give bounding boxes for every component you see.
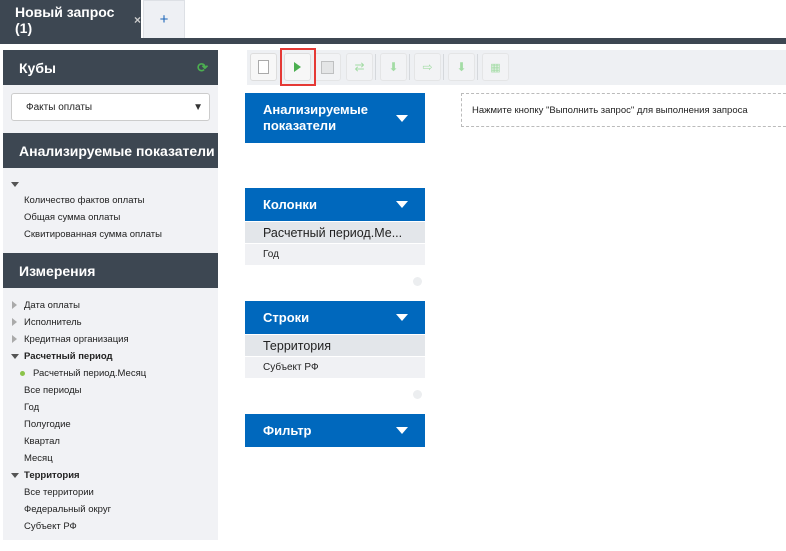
refresh-icon[interactable]: ⟳: [197, 60, 208, 76]
dimensions-header: Измерения: [3, 253, 218, 288]
measures-header: Анализируемые показатели: [3, 133, 218, 168]
excel-icon: ▦: [490, 61, 501, 74]
clear-button[interactable]: [314, 53, 341, 81]
new-query-button[interactable]: [250, 53, 277, 81]
result-message: Нажмите кнопку "Выполнить запрос" для вы…: [461, 93, 786, 127]
run-highlight-box: [280, 48, 316, 86]
cube-select-value: Факты оплаты: [26, 101, 93, 113]
dimension-item[interactable]: Все периоды: [24, 385, 81, 396]
toolbar: ⇄ ⬇ ⇨ ⬇ ▦: [247, 50, 786, 85]
dimension-item[interactable]: Исполнитель: [24, 317, 82, 328]
dropdown-arrow-icon[interactable]: [396, 427, 408, 434]
add-tab-button[interactable]: +: [143, 0, 185, 39]
measure-item[interactable]: Сквитированная сумма оплаты: [24, 229, 162, 240]
columns-header[interactable]: Колонки: [245, 188, 425, 221]
columns-title: Колонки: [263, 197, 317, 212]
tab-strip-divider: [0, 38, 786, 44]
dimension-item[interactable]: Квартал: [24, 436, 60, 447]
dimension-item[interactable]: Все территории: [24, 487, 94, 498]
download-icon: ⬇: [388, 60, 399, 74]
clear-icon: [321, 60, 334, 74]
dimension-item[interactable]: Расчетный период: [24, 351, 113, 362]
dropdown-arrow-icon[interactable]: [396, 114, 408, 122]
tab-new-query[interactable]: Новый запрос (1) ×: [0, 0, 141, 39]
expand-icon[interactable]: [12, 301, 17, 309]
dimension-item[interactable]: Год: [24, 402, 39, 413]
measures-drop-header[interactable]: Анализируемые показатели: [245, 93, 425, 143]
dropdown-arrow-icon[interactable]: [396, 314, 408, 321]
measures-title: Анализируемые показатели: [19, 142, 215, 159]
rows-header[interactable]: Строки: [245, 301, 425, 334]
export-button[interactable]: ⬇: [380, 53, 407, 81]
rows-level-item[interactable]: Субъект РФ: [245, 357, 425, 378]
dimension-item[interactable]: Территория: [24, 470, 80, 481]
filter-title: Фильтр: [263, 423, 312, 438]
dropdown-arrow-icon[interactable]: [396, 201, 408, 208]
expand-icon[interactable]: [12, 335, 17, 343]
remove-icon[interactable]: [413, 390, 422, 399]
cubes-header: Кубы ⟳: [3, 50, 218, 85]
hierarchy-dot-icon[interactable]: [20, 371, 25, 376]
left-panel: Кубы ⟳ Факты оплаты ▼ Анализируемые пока…: [3, 50, 218, 540]
download-button[interactable]: ⬇: [448, 53, 475, 81]
excel-button[interactable]: ▦: [482, 53, 509, 81]
dimension-item[interactable]: Федеральный округ: [24, 504, 111, 515]
dimensions-title: Измерения: [19, 262, 96, 279]
expand-icon[interactable]: [11, 182, 19, 187]
measures-drop-title: Анализируемые показатели: [263, 102, 369, 133]
dimension-item[interactable]: Расчетный период.Месяц: [33, 368, 146, 379]
collapse-icon[interactable]: [11, 354, 19, 359]
rows-hierarchy-item[interactable]: Территория: [245, 335, 425, 356]
measure-item[interactable]: Количество фактов оплаты: [24, 195, 144, 206]
document-icon: [258, 60, 269, 74]
columns-level-item[interactable]: Год: [245, 244, 425, 265]
filter-header[interactable]: Фильтр: [245, 414, 425, 447]
columns-hierarchy-item[interactable]: Расчетный период.Ме...: [245, 222, 425, 243]
dimension-item[interactable]: Субъект РФ: [24, 521, 77, 532]
tab-label: Новый запрос (1): [15, 3, 115, 36]
dimension-item[interactable]: Кредитная организация: [24, 334, 129, 345]
close-icon[interactable]: ×: [134, 13, 141, 27]
remove-icon[interactable]: [413, 277, 422, 286]
swap-icon: ⇄: [354, 60, 365, 74]
cube-select[interactable]: Факты оплаты ▼: [11, 93, 210, 121]
dimension-item[interactable]: Полугодие: [24, 419, 71, 430]
table-export-icon: ⇨: [422, 60, 433, 74]
cubes-title: Кубы: [19, 59, 56, 76]
expand-icon[interactable]: [12, 318, 17, 326]
measure-item[interactable]: Общая сумма оплаты: [24, 212, 120, 223]
rows-title: Строки: [263, 310, 310, 325]
export-table-button[interactable]: ⇨: [414, 53, 441, 81]
swap-button[interactable]: ⇄: [346, 53, 373, 81]
download-icon: ⬇: [456, 60, 467, 74]
dimension-item[interactable]: Месяц: [24, 453, 53, 464]
dimension-item[interactable]: Дата оплаты: [24, 300, 80, 311]
collapse-icon[interactable]: [11, 473, 19, 478]
chevron-down-icon: ▼: [193, 101, 203, 113]
